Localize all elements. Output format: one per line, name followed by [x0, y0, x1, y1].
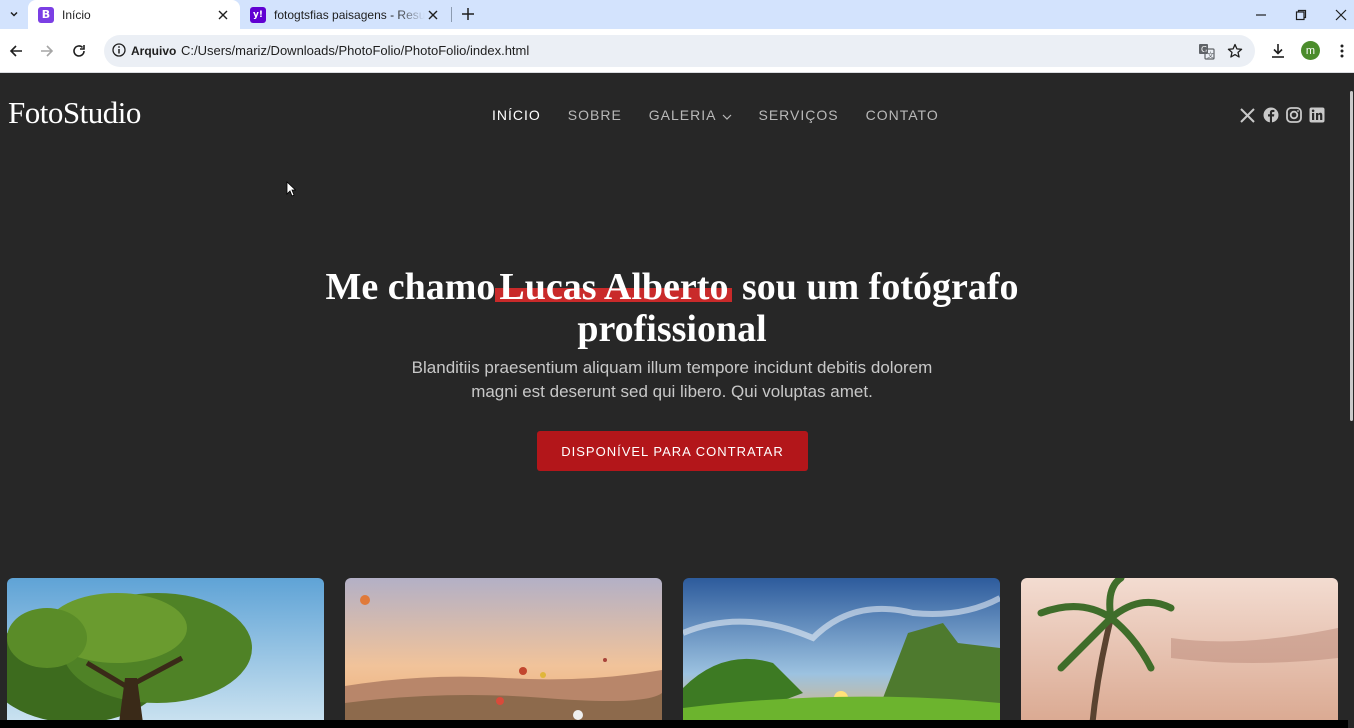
- site-logo[interactable]: FotoStudio: [8, 95, 141, 131]
- hot-air-balloons-image[interactable]: [345, 578, 662, 728]
- forward-icon[interactable]: [35, 39, 59, 63]
- nav-item-sobre[interactable]: SOBRE: [568, 107, 622, 123]
- tab-search-icon[interactable]: [5, 5, 23, 23]
- close-icon[interactable]: [215, 7, 231, 23]
- tab-separator: [451, 7, 452, 22]
- tab-inicio[interactable]: B Início: [28, 0, 240, 29]
- linkedin-icon[interactable]: [1308, 106, 1325, 124]
- tab-yahoo-search[interactable]: y! fotogtsfias paisagens - Resultad: [240, 0, 450, 29]
- translate-icon[interactable]: G文: [1196, 41, 1216, 61]
- tab-title: Início: [62, 7, 91, 22]
- x-icon[interactable]: [1239, 106, 1256, 124]
- new-tab-icon[interactable]: [459, 5, 477, 23]
- yahoo-favicon-icon: y!: [250, 6, 266, 23]
- mouse-cursor-icon: [286, 181, 297, 202]
- close-window-icon[interactable]: [1321, 0, 1354, 29]
- site-info-chip[interactable]: Arquivo: [110, 39, 182, 63]
- hire-me-button[interactable]: DISPONÍVEL PARA CONTRATAR: [537, 431, 808, 471]
- instagram-icon[interactable]: [1285, 106, 1302, 124]
- nav-item-label: CONTATO: [865, 107, 939, 123]
- url-text: C:/Users/mariz/Downloads/PhotoFolio/Phot…: [181, 43, 530, 58]
- hero-title-start: Me chamo: [325, 266, 496, 308]
- info-icon: [112, 42, 126, 60]
- tree-landscape-image[interactable]: [7, 578, 324, 728]
- browser-toolbar: Arquivo C:/Users/mariz/Downloads/PhotoFo…: [0, 29, 1354, 73]
- nav-item-galeria[interactable]: GALERIA: [649, 107, 732, 123]
- tab-strip: B Início y! fotogtsfias paisagens - Resu…: [0, 0, 1354, 29]
- nav-item-contato[interactable]: CONTATO: [866, 107, 939, 123]
- green-valley-sunset-image[interactable]: [683, 578, 1000, 728]
- reload-icon[interactable]: [67, 39, 91, 63]
- social-links: [1239, 106, 1325, 124]
- facebook-icon[interactable]: [1262, 106, 1279, 124]
- restore-icon[interactable]: [1281, 0, 1321, 29]
- nav-item-label: GALERIA: [648, 107, 717, 123]
- page-bottom-edge: [0, 720, 1354, 728]
- profile-avatar[interactable]: m: [1301, 41, 1320, 60]
- page-viewport: FotoStudio INÍCIO SOBRE GALERIA SERVIÇOS…: [0, 73, 1354, 728]
- hero-subtitle: Blanditiis praesentium aliquam illum tem…: [411, 358, 933, 401]
- chevron-down-icon: [722, 107, 732, 123]
- more-icon[interactable]: [1330, 39, 1354, 63]
- address-bar[interactable]: Arquivo C:/Users/mariz/Downloads/PhotoFo…: [104, 35, 1255, 67]
- hero-name: Lucas Alberto: [499, 266, 729, 308]
- site-chip-label: Arquivo: [131, 44, 177, 58]
- svg-text:文: 文: [1207, 50, 1214, 59]
- scrollbar[interactable]: [1348, 73, 1354, 728]
- hero-title: Me chamo Lucas Alberto sou um fotógrafo p…: [322, 266, 1022, 350]
- star-icon[interactable]: [1225, 41, 1245, 61]
- close-icon[interactable]: [425, 7, 441, 23]
- nav-item-inicio[interactable]: INÍCIO: [492, 107, 541, 123]
- hero-title-highlight: Lucas Alberto: [495, 266, 733, 308]
- nav-item-label: INÍCIO: [492, 107, 541, 123]
- nav-item-servicos[interactable]: SERVIÇOS: [759, 107, 839, 123]
- bootstrap-favicon-icon: B: [38, 6, 54, 23]
- scroll-thumb[interactable]: [1350, 91, 1353, 421]
- nav-item-label: SOBRE: [567, 107, 622, 123]
- main-nav: INÍCIO SOBRE GALERIA SERVIÇOS CONTATO: [492, 107, 966, 123]
- palm-tree-beach-image[interactable]: [1021, 578, 1338, 728]
- back-icon[interactable]: [4, 39, 28, 63]
- minimize-icon[interactable]: [1241, 0, 1281, 29]
- tab-title: fotogtsfias paisagens - Resultad: [274, 7, 425, 22]
- download-icon[interactable]: [1266, 39, 1290, 63]
- nav-item-label: SERVIÇOS: [758, 107, 839, 123]
